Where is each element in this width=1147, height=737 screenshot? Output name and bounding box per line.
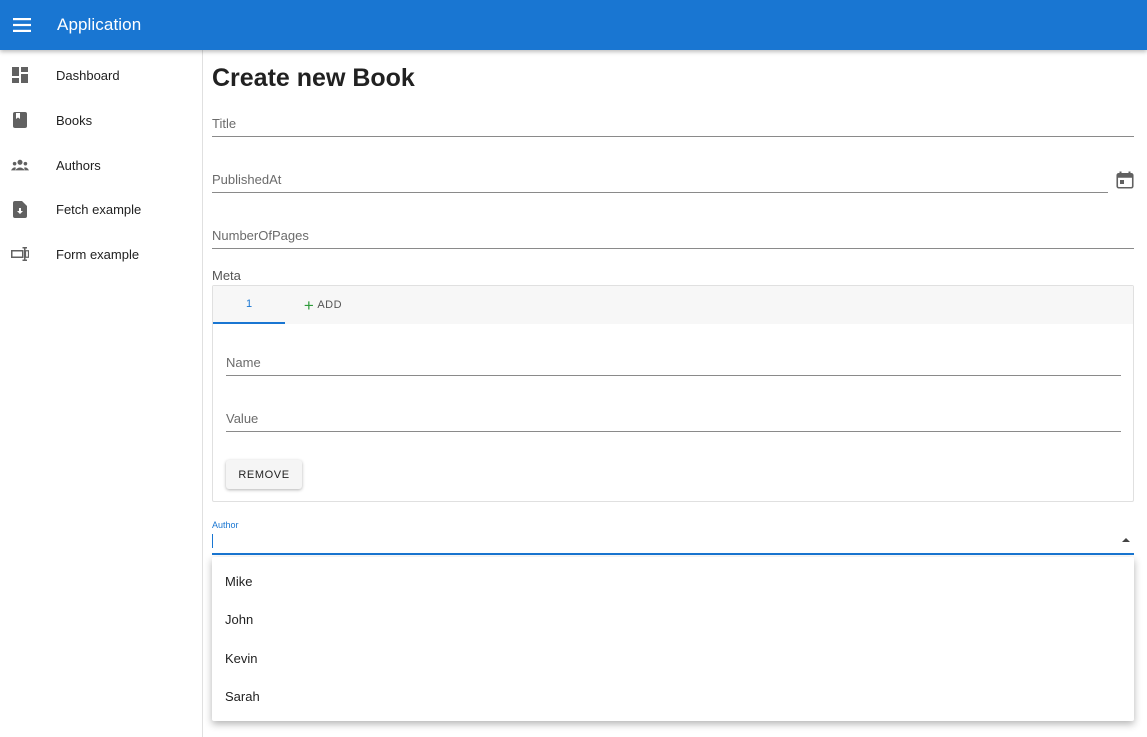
sidebar-item-label: Dashboard: [56, 67, 120, 83]
published-at-field-underline: [212, 192, 1108, 193]
page-title: Create new Book: [212, 64, 415, 92]
add-meta-button[interactable]: + ADD: [301, 286, 345, 324]
sidebar-item-label: Authors: [56, 157, 101, 173]
sidebar: Dashboard Books Authors Fetch example Fo…: [0, 50, 203, 737]
meta-name-field-underline: [226, 375, 1121, 376]
text-cursor: [212, 534, 213, 548]
add-meta-label: ADD: [317, 299, 343, 311]
meta-label: Meta: [212, 268, 241, 283]
author-field-underline: [212, 553, 1134, 555]
author-field-label: Author: [212, 520, 239, 530]
main-content: Create new Book Title PublishedAt Number…: [212, 50, 1134, 737]
author-option-mike[interactable]: Mike: [212, 562, 1134, 600]
sidebar-item-fetch-example[interactable]: Fetch example: [0, 187, 202, 231]
calendar-icon: [1116, 171, 1134, 189]
meta-tab-bar: 1 + ADD: [213, 286, 1133, 324]
app-bar: Application: [0, 0, 1147, 50]
remove-meta-button[interactable]: REMOVE: [226, 460, 302, 489]
menu-icon: [13, 18, 31, 32]
sidebar-item-label: Fetch example: [56, 201, 142, 217]
plus-icon: +: [303, 295, 315, 315]
form-icon: [11, 245, 29, 263]
title-field[interactable]: Title: [212, 97, 1134, 137]
meta-value-field[interactable]: Value: [226, 392, 1121, 432]
sidebar-item-label: Form example: [56, 246, 140, 262]
author-option-john[interactable]: John: [212, 600, 1134, 638]
published-at-field[interactable]: PublishedAt: [212, 153, 1108, 193]
people-icon: [11, 156, 29, 174]
book-icon: [11, 111, 29, 129]
meta-panel: 1 + ADD Name Value REMOVE: [212, 285, 1134, 502]
author-option-sarah[interactable]: Sarah: [212, 677, 1134, 715]
number-of-pages-field[interactable]: NumberOfPages: [212, 209, 1134, 249]
number-of-pages-field-label: NumberOfPages: [212, 228, 309, 243]
number-of-pages-field-underline: [212, 248, 1134, 249]
meta-name-field-label: Name: [226, 355, 261, 370]
menu-button[interactable]: [2, 5, 42, 45]
dropdown-arrow-icon[interactable]: [1122, 538, 1130, 542]
sidebar-item-books[interactable]: Books: [0, 98, 202, 142]
title-field-underline: [212, 136, 1134, 137]
author-option-kevin[interactable]: Kevin: [212, 639, 1134, 677]
author-options-list: Mike John Kevin Sarah: [212, 557, 1134, 721]
file-download-icon: [11, 200, 29, 218]
date-picker-button[interactable]: [1116, 171, 1134, 189]
dashboard-icon: [11, 66, 29, 84]
sidebar-item-label: Books: [56, 112, 93, 128]
meta-value-field-underline: [226, 431, 1121, 432]
meta-name-field[interactable]: Name: [226, 336, 1121, 376]
sidebar-item-dashboard[interactable]: Dashboard: [0, 53, 202, 97]
published-at-field-label: PublishedAt: [212, 172, 282, 187]
tab-meta-1[interactable]: 1: [213, 286, 285, 324]
sidebar-item-authors[interactable]: Authors: [0, 143, 202, 187]
app-title: Application: [57, 15, 142, 34]
meta-value-field-label: Value: [226, 411, 259, 426]
author-select[interactable]: Author: [212, 517, 1134, 555]
title-field-label: Title: [212, 116, 237, 131]
sidebar-item-form-example[interactable]: Form example: [0, 232, 202, 276]
